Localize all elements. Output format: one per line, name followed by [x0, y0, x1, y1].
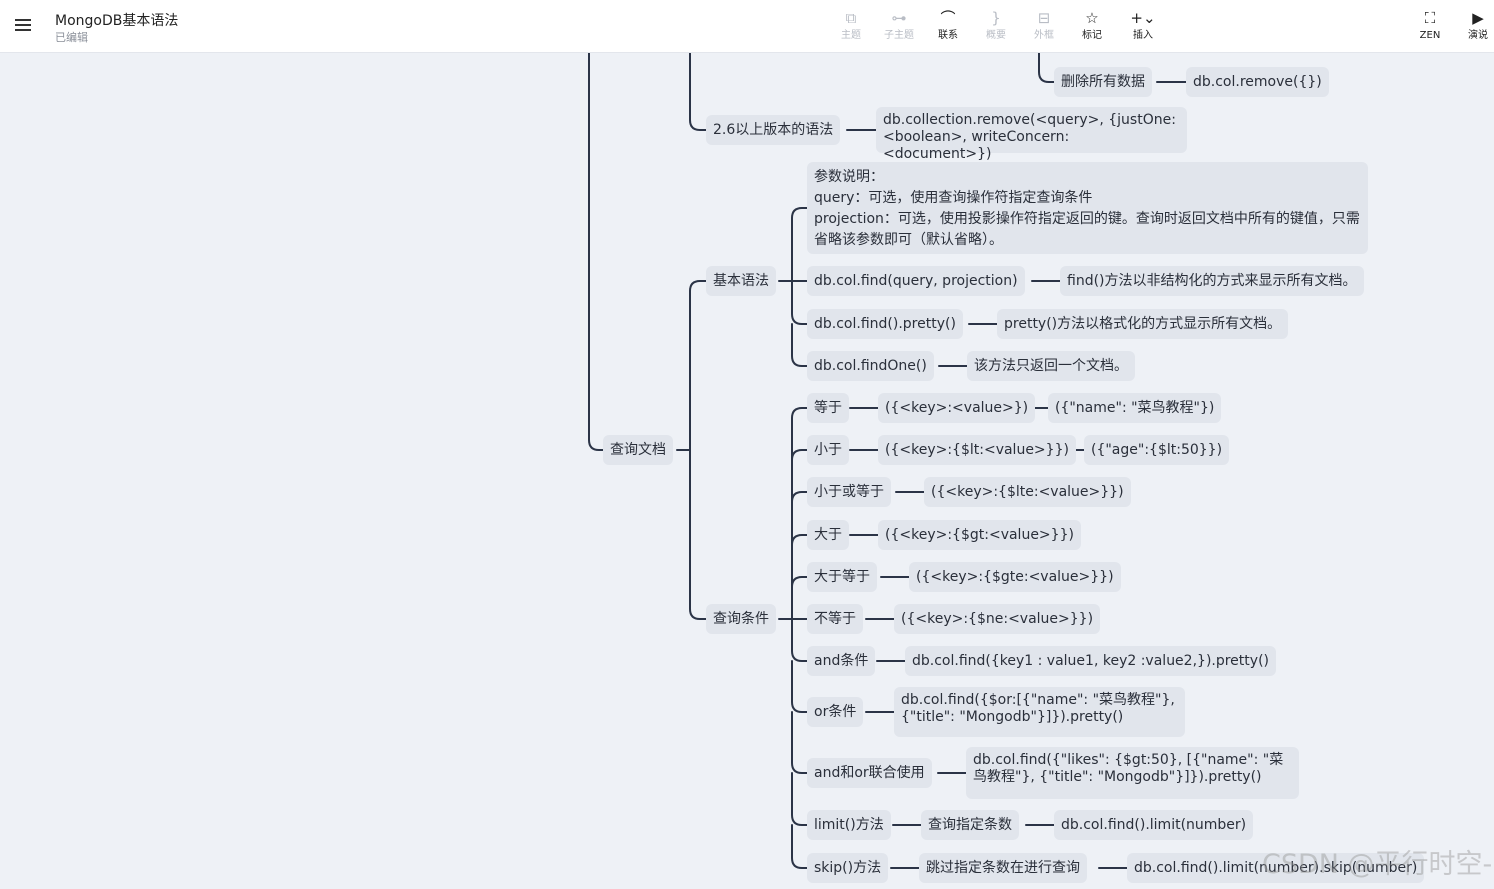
- node-limit-code[interactable]: db.col.find().limit(number): [1054, 810, 1254, 840]
- node-find-desc[interactable]: find()方法以非结构化的方式来显示所有文档。: [1060, 266, 1364, 296]
- node-v26-syntax[interactable]: 2.6以上版本的语法: [706, 115, 841, 145]
- summary-button[interactable]: } 概要: [974, 8, 1018, 46]
- document-title: MongoDB基本语法: [55, 13, 179, 29]
- node-eq-syntax[interactable]: ({<key>:<value>}): [878, 393, 1036, 423]
- subtopic-button[interactable]: ⊶ 子主题: [877, 8, 921, 46]
- node-query-conditions[interactable]: 查询条件: [706, 604, 776, 634]
- node-limit-desc[interactable]: 查询指定条数: [921, 810, 1019, 840]
- node-pretty-code[interactable]: db.col.find().pretty(): [807, 309, 963, 339]
- node-gte-label[interactable]: 大于等于: [807, 562, 877, 592]
- hamburger-menu-icon[interactable]: [12, 14, 34, 36]
- node-andor-label[interactable]: and和or联合使用: [807, 758, 932, 788]
- node-and-code[interactable]: db.col.find({key1 : value1, key2 :value2…: [905, 646, 1276, 676]
- node-findone-code[interactable]: db.col.findOne(): [807, 351, 934, 381]
- node-lt-example[interactable]: ({"age":{$lt:50}}): [1084, 435, 1230, 465]
- node-remove-all-code[interactable]: db.col.remove({}): [1186, 67, 1329, 97]
- node-query-document[interactable]: 查询文档: [603, 435, 673, 465]
- mindmap-canvas[interactable]: 删除所有数据 db.col.remove({}) 2.6以上版本的语法 db.c…: [0, 0, 1494, 889]
- node-skip-label[interactable]: skip()方法: [807, 853, 889, 883]
- node-or-label[interactable]: or条件: [807, 697, 864, 727]
- marker-button[interactable]: ☆ 标记: [1070, 8, 1114, 46]
- node-eq-label[interactable]: 等于: [807, 393, 849, 423]
- relation-curve-icon: ⌒: [940, 9, 956, 27]
- top-toolbar: MongoDB基本语法 已编辑 ⧉ 主题 ⊶ 子主题 ⌒ 联系 } 概要 ⊟ 外…: [0, 0, 1494, 53]
- node-lt-label[interactable]: 小于: [807, 435, 849, 465]
- node-lt-syntax[interactable]: ({<key>:{$lt:<value>}}): [878, 435, 1076, 465]
- node-lte-syntax[interactable]: ({<key>:{$lte:<value>}}): [924, 477, 1131, 507]
- star-icon: ☆: [1085, 9, 1099, 27]
- boundary-button[interactable]: ⊟ 外框: [1022, 8, 1066, 46]
- node-andor-code[interactable]: db.col.find({"likes": {$gt:50}, [{"name"…: [966, 747, 1299, 799]
- document-status: 已编辑: [55, 31, 88, 44]
- node-findone-desc[interactable]: 该方法只返回一个文档。: [967, 351, 1135, 381]
- node-gt-label[interactable]: 大于: [807, 520, 849, 550]
- summary-brace-icon: }: [991, 9, 1001, 27]
- node-ne-label[interactable]: 不等于: [807, 604, 863, 634]
- node-find-code[interactable]: db.col.find(query, projection): [807, 266, 1025, 296]
- relation-button[interactable]: ⌒ 联系: [926, 8, 970, 46]
- node-lte-label[interactable]: 小于或等于: [807, 477, 891, 507]
- node-basic-syntax[interactable]: 基本语法: [706, 266, 776, 296]
- node-or-code[interactable]: db.col.find({$or:[{"name": "菜鸟教程"},{"tit…: [894, 687, 1185, 737]
- node-v26-code[interactable]: db.collection.remove(<query>, {justOne: …: [876, 107, 1187, 162]
- boundary-icon: ⊟: [1037, 9, 1051, 27]
- node-delete-all[interactable]: 删除所有数据: [1054, 67, 1152, 97]
- node-limit-label[interactable]: limit()方法: [807, 810, 891, 840]
- present-button[interactable]: ▶ 演说: [1456, 8, 1494, 46]
- node-and-label[interactable]: and条件: [807, 646, 876, 676]
- fullscreen-icon: ⛶: [1424, 9, 1436, 27]
- node-pretty-desc[interactable]: pretty()方法以格式化的方式显示所有文档。: [997, 309, 1289, 339]
- node-skip-code[interactable]: db.col.find().limit(number).skip(number): [1127, 853, 1425, 883]
- node-ne-syntax[interactable]: ({<key>:{$ne:<value>}}): [894, 604, 1101, 634]
- subtopic-icon: ⊶: [891, 9, 907, 27]
- topic-icon: ⧉: [845, 9, 857, 27]
- topic-button[interactable]: ⧉ 主题: [829, 8, 873, 46]
- plus-chevron-icon: +⌄: [1130, 9, 1156, 27]
- node-params-note[interactable]: 参数说明： query：可选，使用查询操作符指定查询条件 projection：…: [807, 162, 1368, 254]
- play-icon: ▶: [1472, 9, 1484, 27]
- insert-button[interactable]: +⌄ 插入: [1121, 8, 1165, 46]
- node-gt-syntax[interactable]: ({<key>:{$gt:<value>}}): [878, 520, 1081, 550]
- node-skip-desc[interactable]: 跳过指定条数在进行查询: [919, 853, 1087, 883]
- node-gte-syntax[interactable]: ({<key>:{$gte:<value>}}): [909, 562, 1121, 592]
- node-eq-example[interactable]: ({"name": "菜鸟教程"}): [1048, 393, 1222, 423]
- zen-button[interactable]: ⛶ ZEN: [1408, 8, 1452, 46]
